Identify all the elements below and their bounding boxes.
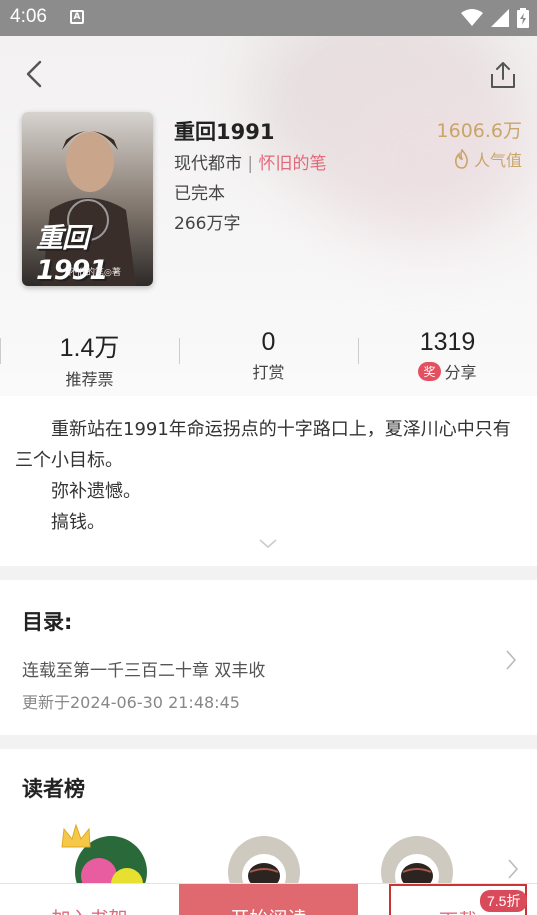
divider [358, 338, 359, 364]
stat-share[interactable]: 1319 奖 分享 [358, 328, 537, 383]
popularity: 1606.6万 人气值 [437, 116, 522, 171]
discount-badge: 7.5折 [480, 890, 528, 912]
catalog-section[interactable]: 目录: 连载至第一千三百二十章 双丰收 更新于2024-06-30 21:48:… [0, 580, 537, 735]
reward-badge: 奖 [418, 361, 441, 381]
description-line: 弥补遗憾。 [15, 481, 141, 502]
chevron-right-icon[interactable] [506, 857, 520, 881]
stat-value: 1319 [419, 328, 476, 356]
stat-recommend[interactable]: 1.4万 推荐票 [0, 328, 179, 390]
book-description[interactable]: 重新站在1991年命运拐点的十字路口上，夏泽川心中只有三个小目标。 弥补遗憾。 … [0, 396, 537, 566]
popularity-value: 1606.6万 [436, 120, 522, 142]
fire-icon [454, 149, 468, 169]
stat-value: 1.4万 [59, 334, 120, 362]
popularity-label: 人气值 [473, 151, 522, 170]
catalog-title: 目录: [22, 610, 73, 634]
add-to-shelf-button[interactable]: 加入书架 [0, 884, 179, 915]
update-time: 更新于2024-06-30 21:48:45 [22, 693, 240, 712]
reader-ranking-title: 读者榜 [22, 777, 85, 801]
stat-reward[interactable]: 0 打赏 [179, 328, 358, 383]
book-word-count: 266万字 [174, 214, 241, 234]
expand-chevron-icon[interactable] [258, 538, 278, 550]
book-meta: 现代都市 | 怀旧的笔 [174, 149, 327, 174]
latest-chapter: 连载至第一千三百二十章 双丰收 [22, 661, 266, 681]
back-button[interactable] [20, 56, 52, 92]
start-reading-button[interactable]: 开始阅读 [179, 884, 358, 915]
battery-icon [517, 8, 529, 28]
stats-row: 1.4万 推荐票 0 打赏 1319 奖 分享 [0, 328, 537, 390]
book-category[interactable]: 现代都市 [174, 154, 242, 174]
book-status: 已完本 [174, 184, 225, 204]
book-header: 重回1991 怀旧的笔◎著 重回1991 现代都市 | 怀旧的笔 已完本 266… [0, 36, 537, 396]
share-button[interactable] [488, 60, 518, 90]
status-time: 4:06 [10, 6, 47, 27]
stat-value: 0 [261, 328, 276, 356]
bottom-action-bar: 加入书架 开始阅读 下载 [0, 883, 537, 915]
signal-icon [491, 9, 509, 27]
book-author[interactable]: 怀旧的笔 [259, 154, 327, 174]
stat-label: 推荐票 [65, 370, 114, 389]
wifi-icon [461, 9, 483, 26]
book-cover[interactable]: 重回1991 怀旧的笔◎著 [22, 112, 153, 286]
description-line: 重新站在1991年命运拐点的十字路口上，夏泽川心中只有三个小目标。 [15, 419, 511, 471]
stat-label: 打赏 [252, 363, 285, 382]
crown-icon [61, 823, 91, 848]
meta-separator: | [247, 154, 254, 174]
stat-label: 分享 [444, 363, 477, 382]
chevron-right-icon [506, 650, 517, 670]
book-title: 重回1991 [174, 120, 275, 144]
status-icons [461, 8, 529, 28]
status-bar: 4:06 A [0, 0, 537, 36]
divider [179, 338, 180, 364]
notification-icon: A [70, 10, 84, 24]
description-line: 搞钱。 [15, 512, 105, 533]
cover-author: 怀旧的笔◎著 [68, 268, 121, 278]
chevron-left-icon [26, 60, 42, 88]
share-icon [491, 62, 515, 88]
divider [0, 338, 1, 364]
